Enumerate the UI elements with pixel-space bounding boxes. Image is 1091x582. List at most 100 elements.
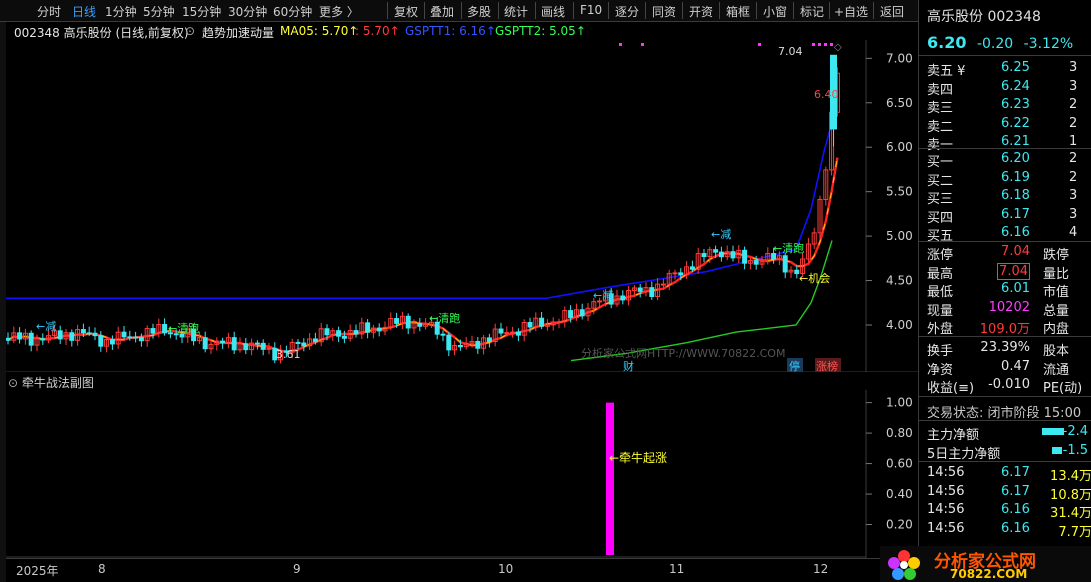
ask-price: 6.22 [1001,115,1030,131]
tab-30min[interactable]: 30分钟 [228,3,267,20]
bid-label: 买二 [927,173,954,189]
box-button[interactable]: 箱框 [726,3,750,20]
mini-window-button[interactable]: 小窗 [763,3,787,20]
stats-button[interactable]: 统计 [504,3,528,20]
mark-button[interactable]: 标记 [800,3,824,20]
stat-row: 最高 7.04 量比 [919,262,1091,282]
bid-label: 买四 [927,210,954,226]
kaizi-button[interactable]: 开资 [689,3,713,20]
zhufen-button[interactable]: 逐分 [615,3,639,20]
quote-panel: 高乐股份 002348 6.20 -0.20 -3.12% 卖五 ¥6.25 3 卖… [918,0,1091,582]
watermark: 分析家公式网HTTP://WWW.70822.COM [581,346,785,360]
bid-price: 6.19 [1001,169,1030,185]
sub-y-tick-label: 0.20 [886,518,913,532]
candle-body [637,287,643,292]
draw-line-button[interactable]: 画线 [541,3,565,20]
multi-stock-button[interactable]: 多股 [467,3,491,20]
x-label-nov: 11 [669,562,685,576]
stat-label: 净资 [927,362,954,378]
indicator-toggle-icon[interactable]: ⊙ [185,24,195,38]
tick-price: 6.16 [1001,502,1030,518]
ask-label: 卖四 [927,82,954,98]
add-watchlist-button[interactable]: +自选 [834,3,868,20]
signal-dot [824,43,827,46]
ask-volume: 3 [1069,78,1078,94]
stat-row: 换手 23.39% 股本 [919,339,1091,359]
bid-price: 6.18 [1001,188,1030,204]
sub-y-tick-label: 1.00 [886,396,913,410]
stat-value: 0.47 [1001,358,1030,374]
candle-body [649,287,655,298]
tab-1min[interactable]: 1分钟 [105,3,137,20]
candle-body [127,336,133,339]
candle-body [713,249,719,253]
candle-body [510,331,516,334]
sub-toggle-icon[interactable]: ⊙ [8,376,18,390]
more-dropdown[interactable]: 更多 〉 [319,3,359,20]
back-button[interactable]: 返回 [880,3,904,20]
price-change: -0.20 [976,36,1014,52]
tick-price: 6.17 [1001,483,1030,499]
candle-body [80,329,86,334]
stat-label: 最低 [927,285,954,301]
ask-price: 6.25 [1001,60,1030,75]
tongzi-button[interactable]: 同资 [652,3,676,20]
tick-price: 6.17 [1001,465,1030,480]
candle-body [138,336,144,342]
gsptt2-value: GSPTT2: 5.05↑ [495,24,586,38]
fuquan-button[interactable]: 复权 [394,3,418,20]
flow-bar [1042,428,1064,435]
tick-time: 14:56 [927,520,965,536]
stat-right-label: 内盘 [1043,322,1070,338]
flow-label: 主力净额 [927,428,980,443]
ma05-value: MA05: 5.70↑ [280,24,359,38]
candle-body [220,340,226,344]
candle-body [730,251,736,259]
candle-body [341,335,347,339]
candle-body [742,249,748,264]
tick-time: 14:56 [927,483,965,499]
candle-body [40,338,46,341]
diamond-icon[interactable]: ◇ [834,42,842,53]
indicator-name[interactable]: 趋势加速动量 [202,24,274,41]
tab-daily[interactable]: 日线 [72,3,96,20]
ask-label: 卖二 [927,119,954,135]
stat-value: 6.01 [1001,281,1030,297]
ask-volume: 2 [1069,97,1078,113]
tab-60min[interactable]: 60分钟 [273,3,312,20]
candle-body [324,328,330,336]
tab-15min[interactable]: 15分钟 [182,3,221,20]
x-label-sep: 9 [293,562,301,576]
ma-b-value: : 5.70↑ [355,24,400,38]
overlay-button[interactable]: 叠加 [430,3,454,20]
tick-row: 14:56 6.17 10.8万 [919,483,1091,503]
top-toolbar: 分时 日线 1分钟 5分钟 15分钟 30分钟 60分钟 更多 〉 复权 叠加 … [0,0,918,22]
candle-body [556,321,562,324]
candle-body [457,344,463,348]
stat-value: 109.0万 [979,322,1030,338]
main-kline-chart[interactable]: 7.00 6.50 6.00 5.50 5.00 4.50 4.00 分析家公式网HTTP:… [6,40,918,372]
stat-label: 收益(≡) [927,381,975,397]
bid-row: 买一 6.20 2 [919,150,1091,170]
bid-price: 6.20 [1001,151,1030,166]
candle-body [301,342,307,347]
tab-fenshi[interactable]: 分时 [37,3,61,20]
x-label-oct: 10 [498,562,514,576]
price-line: 6.20 -0.20 -3.12% [927,33,1073,52]
candle-body [394,318,400,324]
tab-5min[interactable]: 5分钟 [143,3,175,20]
f10-button[interactable]: F10 [580,3,602,17]
candle-body [86,332,92,335]
ask-volume: 2 [1069,115,1078,131]
bid-price: 6.16 [1001,225,1030,241]
sub-indicator-chart[interactable]: 1.00 0.80 0.60 0.40 0.20 ←牵牛起涨 [6,390,918,558]
bid-label: 买一 [927,155,954,170]
stat-right-label: 量比 [1043,266,1070,282]
sub-chart-header[interactable]: ⊙ 牵牛战法副图 [8,374,94,390]
badge-ting: 停 [789,359,800,372]
candle-body [579,309,585,317]
y-tick-label: 7.00 [886,51,913,65]
ask-row: 卖四 6.24 3 [919,78,1091,98]
flow-row: 5日主力净额 -1.5 [919,442,1091,462]
ask-volume: 3 [1069,60,1078,75]
